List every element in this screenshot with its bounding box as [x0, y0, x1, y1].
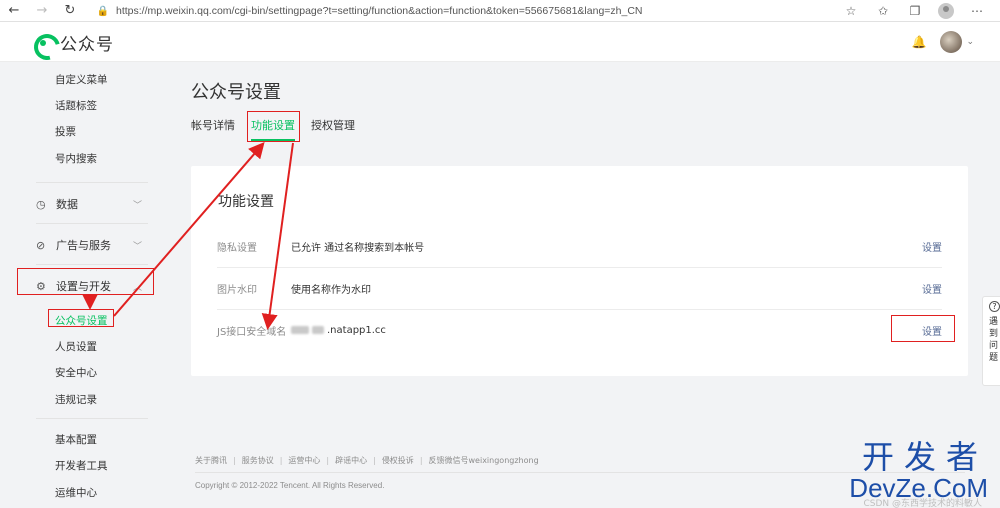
sidebar-item-security-center[interactable]: 安全中心 [55, 365, 97, 380]
sidebar-group-ads-services[interactable]: ⊘ 广告与服务 ﹀ [36, 237, 146, 253]
divider [36, 264, 148, 265]
divider [36, 182, 148, 183]
compass-icon: ⊘ [36, 238, 46, 252]
tab-authorization[interactable]: 授权管理 [311, 117, 355, 141]
chevron-down-icon: ﹀ [132, 241, 142, 252]
setting-row-js-domain: JS接口安全域名 .natapp1.cc 设置 [217, 309, 942, 351]
annotation-box-settings-group [17, 268, 154, 295]
sidebar-item-member-settings[interactable]: 人员设置 [55, 339, 97, 354]
collections-icon[interactable]: ❐ [906, 4, 924, 18]
sidebar-item-search[interactable]: 号内搜索 [55, 151, 97, 166]
question-icon: ? [989, 301, 1000, 312]
redacted-text [312, 325, 324, 334]
help-float-button[interactable]: ? 遇 到 问 题 [982, 296, 1000, 386]
address-bar[interactable]: 🔒 https://mp.weixin.qq.com/cgi-bin/setti… [96, 2, 886, 20]
reload-icon[interactable]: ↻ [56, 0, 84, 22]
favorite-star-icon[interactable]: ☆ [842, 4, 860, 18]
watermark: 开发者 DevZe.CoM CSDN @东西学技术的料敏人 [849, 438, 988, 508]
setting-label: 图片水印 [217, 285, 257, 296]
sidebar-group-label: 数据 [56, 198, 78, 211]
privacy-settings-link[interactable]: 设置 [918, 239, 942, 254]
chevron-down-icon: ﹀ [132, 200, 142, 211]
divider: | [233, 456, 236, 465]
footer-links: 关于腾讯 | 服务协议 | 运营中心 | 辟谣中心 | 侵权投诉 | 反馈微信号weixi… [195, 455, 539, 466]
annotation-box-js-domain-setting [891, 315, 955, 342]
avatar[interactable] [940, 31, 963, 53]
footer-link-infringement[interactable]: 侵权投诉 [382, 455, 414, 466]
setting-value: 已允许 通过名称搜索到本帐号 [291, 243, 425, 254]
footer-link-rumor-center[interactable]: 辟谣中心 [335, 455, 367, 466]
watermark-csdn: CSDN @东西学技术的料敏人 [863, 499, 982, 508]
setting-label: JS接口安全域名 [217, 326, 287, 338]
sidebar-item-developer-tools[interactable]: 开发者工具 [55, 458, 108, 473]
copyright: Copyright © 2012-2022 Tencent. All Right… [195, 481, 385, 490]
back-arrow-icon[interactable]: ← [0, 0, 28, 22]
setting-row-privacy: 隐私设置 已允许 通过名称搜索到本帐号 设置 [217, 226, 942, 268]
card-title: 功能设置 [218, 194, 274, 210]
setting-value-js-domain: .natapp1.cc [291, 325, 918, 336]
divider [36, 418, 148, 419]
sidebar-item-topic-tags[interactable]: 话题标签 [55, 98, 97, 113]
footer-link-feedback[interactable]: 反馈微信号weixingongzhong [429, 455, 539, 466]
more-menu-icon[interactable]: ⋯ [968, 4, 986, 18]
brand-name: 公众号 [60, 35, 114, 55]
footer-link-terms[interactable]: 服务协议 [242, 455, 274, 466]
help-text: 问 [989, 341, 999, 351]
setting-row-watermark: 图片水印 使用名称作为水印 设置 [217, 268, 942, 310]
divider: | [326, 456, 330, 465]
domain-suffix: .natapp1.cc [327, 324, 386, 336]
browser-profile-icon[interactable] [938, 3, 954, 19]
divider: | [279, 456, 283, 465]
sidebar-item-violation-records[interactable]: 违规记录 [55, 392, 97, 407]
sidebar-item-vote[interactable]: 投票 [55, 124, 76, 139]
sidebar-group-label: 广告与服务 [56, 239, 111, 252]
forward-arrow-icon[interactable]: → [28, 0, 56, 22]
annotation-box-account-settings [48, 309, 114, 327]
page-title: 公众号设置 [191, 82, 281, 103]
tab-account-details[interactable]: 帐号详情 [191, 117, 235, 141]
divider [36, 223, 148, 224]
notification-bell-icon[interactable]: 🔔 [912, 35, 927, 49]
app-header: 公众号 🔔 ⌄ [0, 22, 1000, 62]
setting-value: 使用名称作为水印 [291, 285, 371, 296]
help-text: 题 [989, 353, 999, 363]
wechat-mp-logo-icon [32, 32, 54, 54]
url-text: https://mp.weixin.qq.com/cgi-bin/setting… [116, 5, 643, 17]
divider: | [373, 456, 376, 465]
sidebar-item-ops-center[interactable]: 运维中心 [55, 485, 97, 500]
footer-link-about[interactable]: 关于腾讯 [195, 455, 227, 466]
function-settings-card: 功能设置 隐私设置 已允许 通过名称搜索到本帐号 设置 图片水印 使用名称作为水… [191, 166, 968, 376]
annotation-box-tab [247, 111, 300, 142]
sidebar-item-basic-config[interactable]: 基本配置 [55, 432, 97, 447]
favorites-icon[interactable]: ✩ [874, 4, 892, 18]
logo[interactable]: 公众号 [32, 30, 114, 55]
chevron-down-icon[interactable]: ⌄ [966, 37, 974, 47]
help-text: 到 [989, 329, 999, 339]
setting-label: 隐私设置 [217, 243, 257, 254]
sidebar-item-custom-menu[interactable]: 自定义菜单 [55, 72, 108, 87]
help-text: 遇 [989, 317, 999, 327]
chart-icon: ◷ [36, 197, 46, 211]
footer-link-ops-center[interactable]: 运营中心 [288, 455, 320, 466]
sidebar-group-data[interactable]: ◷ 数据 ﹀ [36, 196, 146, 212]
lock-icon: 🔒 [96, 5, 110, 17]
divider: | [419, 456, 423, 465]
browser-toolbar: ← → ↻ 🔒 https://mp.weixin.qq.com/cgi-bin… [0, 0, 1000, 22]
watermark-settings-link[interactable]: 设置 [918, 281, 942, 296]
redacted-text [291, 325, 309, 334]
watermark-cn: 开发者 [861, 438, 988, 476]
